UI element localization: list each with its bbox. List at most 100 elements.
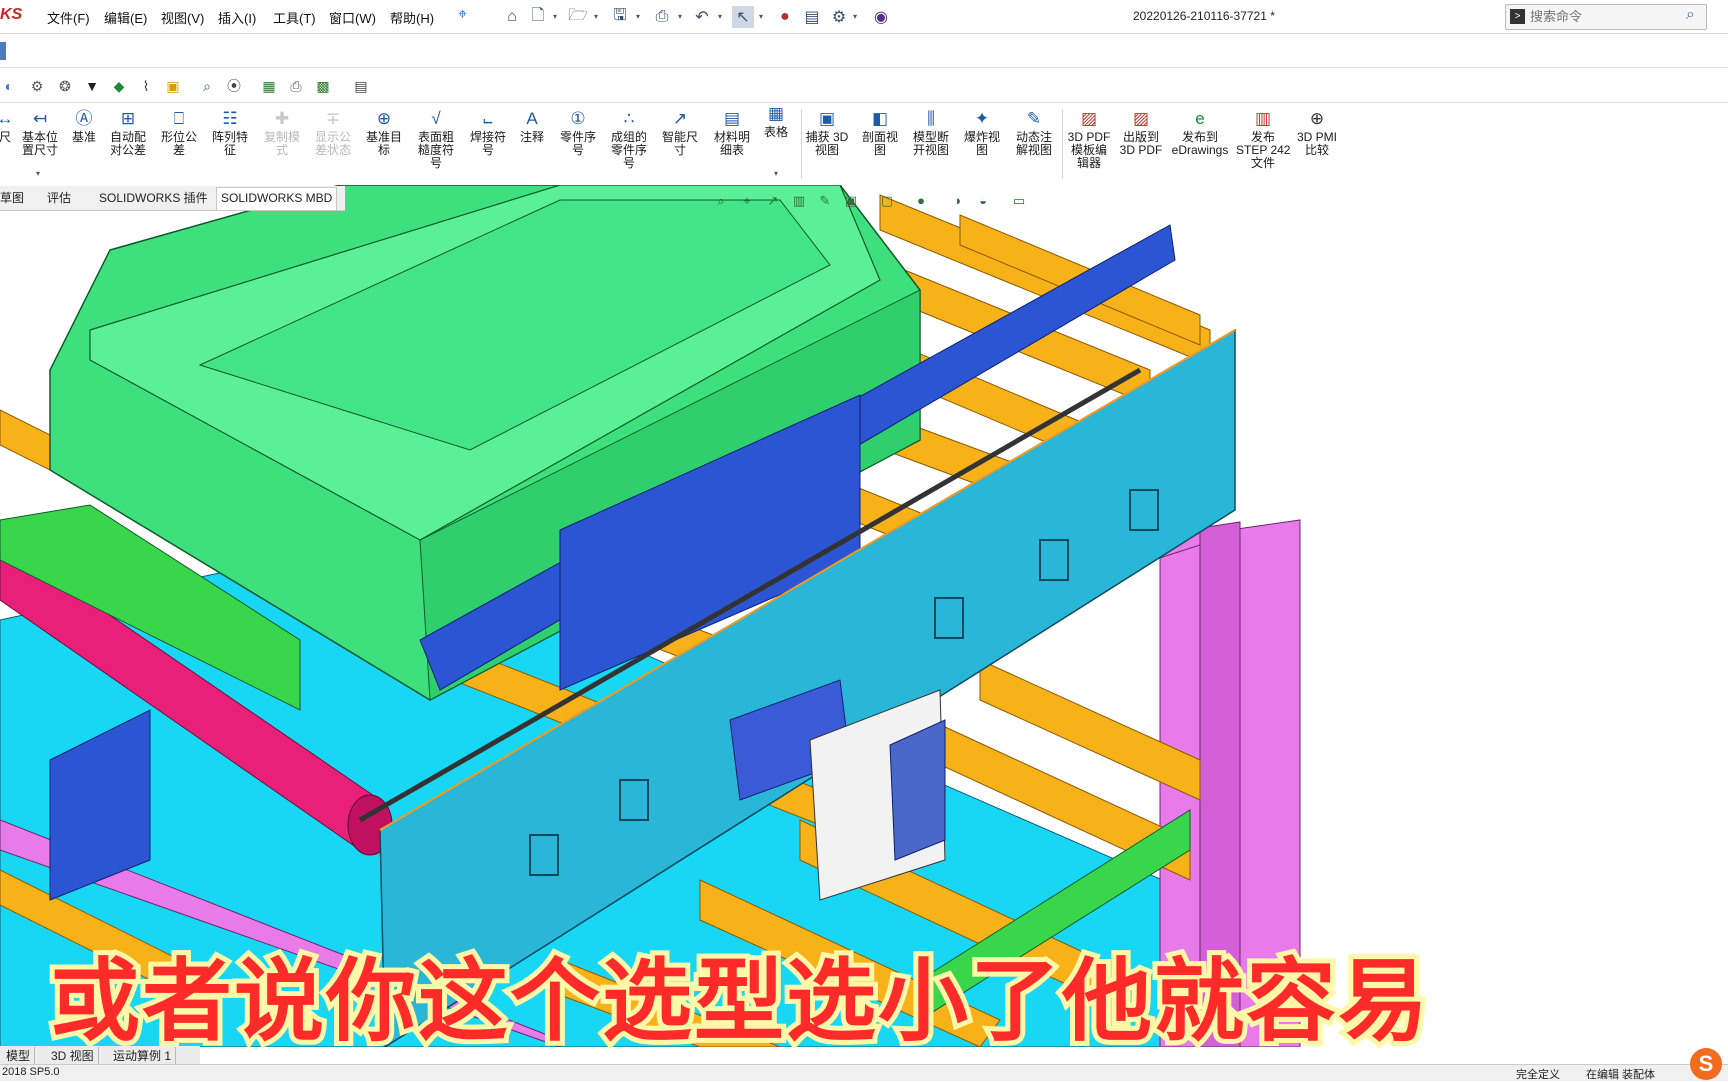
datum-target-button[interactable]: ⊕ 基准目 标 (360, 105, 408, 157)
edrawings-button[interactable]: e 发布到 eDrawings (1168, 105, 1232, 157)
datum-button[interactable]: Ⓐ 基准 (66, 105, 102, 144)
surface-finish-button[interactable]: √ 表面粗 糙度符 号 (410, 105, 462, 170)
print-icon[interactable]: ⎙ (651, 6, 673, 28)
tab-evaluate[interactable]: 评估 (47, 189, 71, 206)
sogou-ime-icon[interactable]: S (1690, 1048, 1722, 1080)
status-bar: 2018 SP5.0 完全定义 在编辑 装配体 (0, 1064, 1728, 1081)
publish-3d-pdf-button[interactable]: ▨ 出版到 3D PDF (1116, 105, 1166, 157)
note-button[interactable]: A 注释 (514, 105, 550, 144)
chevron-down-icon[interactable]: ▾ (759, 12, 767, 21)
excel-icon[interactable]: ▦ (260, 77, 278, 95)
options-icon[interactable]: ⚙ (828, 6, 850, 28)
tab-model[interactable]: 模型 (2, 1047, 36, 1064)
edit-icon[interactable] (0, 42, 6, 60)
view-settings-icon[interactable]: ▭ (1010, 192, 1028, 210)
dynamic-annotation-button[interactable]: ✎ 动态注 解视图 (1008, 105, 1060, 157)
home-icon[interactable]: ⌂ (501, 6, 523, 28)
auto-pair-tolerance-button[interactable]: ⊞ 自动配 对公差 (104, 105, 152, 157)
weld-symbol-button[interactable]: ⨽ 焊接符 号 (464, 105, 512, 157)
section-view-icon[interactable]: ▥ (790, 192, 808, 210)
menu-edit[interactable]: 编辑(E) (104, 8, 147, 27)
assembly-icon[interactable]: ▣ (164, 77, 182, 95)
traffic-light-icon[interactable]: ● (774, 6, 796, 28)
chevron-down-icon[interactable]: ▾ (36, 169, 40, 178)
export-icon[interactable]: ▩ (314, 77, 332, 95)
binoculars-icon[interactable]: ⦿ (225, 77, 243, 95)
section-view-button[interactable]: ◧ 剖面视 图 (856, 105, 904, 157)
pmi-compare-button[interactable]: ⊕ 3D PMI 比较 (1292, 105, 1342, 157)
gears-icon[interactable]: ❂ (56, 77, 74, 95)
version-label: 2018 SP5.0 (2, 1066, 60, 1078)
chevron-down-icon[interactable]: ▾ (553, 12, 561, 21)
capture-3d-view-button[interactable]: ▣ 捕获 3D 视图 (802, 105, 852, 157)
undo-icon[interactable]: ↶ (691, 6, 713, 28)
table-button[interactable]: ▦ 表格 (758, 100, 794, 139)
smart-dimension-button[interactable]: ↗ 智能尺 寸 (656, 105, 704, 157)
tab-solidworks-addins[interactable]: SOLIDWORKS 插件 (99, 189, 208, 206)
display-style-icon[interactable]: ▢ (878, 192, 896, 210)
sw-resources-icon[interactable]: ◉ (870, 6, 892, 28)
geometric-tolerance-button[interactable]: ⎕ 形位公 差 (154, 105, 204, 157)
model-break-view-button[interactable]: ⫼ 模型断 开视图 (906, 105, 956, 157)
tab-3d-view[interactable]: 3D 视图 (47, 1047, 99, 1064)
solidworks-logo[interactable]: KS (0, 6, 22, 24)
new-icon[interactable]: 🗋 (527, 6, 549, 28)
search-input[interactable] (1530, 7, 1680, 25)
menu-view[interactable]: 视图(V) (161, 8, 204, 27)
printer-icon[interactable]: ⎙ (287, 77, 305, 95)
save-icon[interactable]: 🖫 (609, 6, 631, 28)
3d-pdf-template-button[interactable]: ▨ 3D PDF 模板编 辑器 (1064, 105, 1114, 170)
shading-icon[interactable]: ▼ (83, 77, 101, 95)
view-orientation-icon[interactable]: ◐ (0, 77, 18, 95)
previous-view-icon[interactable]: ↗ (764, 192, 782, 210)
location-icon[interactable]: ◆ (110, 77, 128, 95)
command-prompt-icon: > (1510, 9, 1525, 24)
zoom-area-icon[interactable]: ⌖ (738, 192, 756, 210)
tab-sketch[interactable]: 草图 (0, 189, 24, 206)
view-orientation-icon[interactable]: ▣ (842, 192, 860, 210)
chevron-down-icon[interactable]: ▾ (853, 12, 861, 21)
tab-motion-study[interactable]: 运动算例 1 (109, 1047, 177, 1064)
chevron-down-icon[interactable]: ▾ (594, 12, 602, 21)
file-props-icon[interactable]: ▤ (801, 6, 823, 28)
spring-icon[interactable]: ⌇ (137, 77, 155, 95)
menu-tools[interactable]: 工具(T) (273, 8, 316, 27)
search-icon[interactable]: ⌕ (1686, 6, 1695, 24)
bom-button[interactable]: ▤ 材料明 细表 (706, 105, 758, 157)
step242-button[interactable]: ▥ 发布 STEP 242 文件 (1236, 105, 1290, 170)
pattern-feature-button[interactable]: ☷ 阵列特 征 (206, 105, 254, 157)
stacked-balloon-button[interactable]: ∴ 成组的 零件序 号 (604, 105, 654, 170)
show-tolerance-status-button[interactable]: ∓ 显示公 差状态 (308, 105, 358, 157)
menu-file[interactable]: 文件(F) (47, 8, 90, 27)
hide-show-icon[interactable]: ● (912, 192, 930, 210)
scene-icon[interactable]: ◒ (974, 192, 992, 210)
appearance-icon[interactable]: ◑ (948, 192, 966, 210)
menu-window[interactable]: 窗口(W) (329, 8, 376, 27)
menu-help[interactable]: 帮助(H) (390, 8, 434, 27)
balloon-button[interactable]: ① 零件序 号 (553, 105, 603, 157)
gear-icon[interactable]: ⚙ (28, 77, 46, 95)
pmi-compare-icon: ⊕ (1309, 109, 1325, 128)
copy-scheme-button[interactable]: ✚ 复制模 式 (258, 105, 306, 157)
zoom-fit-icon[interactable]: ⌕ (712, 192, 730, 210)
assembly-model[interactable] (0, 185, 1728, 1047)
chevron-down-icon[interactable]: ▾ (678, 12, 686, 21)
search-commands-box[interactable]: > ⌕ (1505, 4, 1707, 30)
step242-icon: ▥ (1254, 109, 1272, 128)
chevron-down-icon[interactable]: ▾ (774, 169, 778, 178)
chevron-down-icon[interactable]: ▾ (718, 12, 726, 21)
chevron-down-icon[interactable]: ▾ (636, 12, 644, 21)
basic-location-dim-button[interactable]: ↤ 基本位 置尺寸 (16, 105, 64, 157)
smart-dimension-icon: ↗ (672, 109, 688, 128)
menu-insert[interactable]: 插入(I) (218, 8, 256, 27)
pin-icon[interactable]: ⌖ (458, 6, 467, 24)
select-icon[interactable]: ↖ (732, 6, 754, 28)
search-icon[interactable]: ⌕ (198, 77, 216, 95)
open-icon[interactable]: 🗁 (567, 6, 589, 28)
dimension-button[interactable]: ↔ 尺 (0, 105, 16, 144)
exploded-view-button[interactable]: ✦ 爆炸视 图 (958, 105, 1006, 157)
tab-solidworks-mbd[interactable]: SOLIDWORKS MBD (216, 187, 338, 210)
properties-icon[interactable]: ▤ (352, 77, 370, 95)
graphics-area[interactable]: ⌕ ⌖ ↗ ▥ ✎ ▣ ▢ ● ◑ ◒ ▭ (0, 185, 1728, 1047)
dynamic-annotation-icon[interactable]: ✎ (816, 192, 834, 210)
